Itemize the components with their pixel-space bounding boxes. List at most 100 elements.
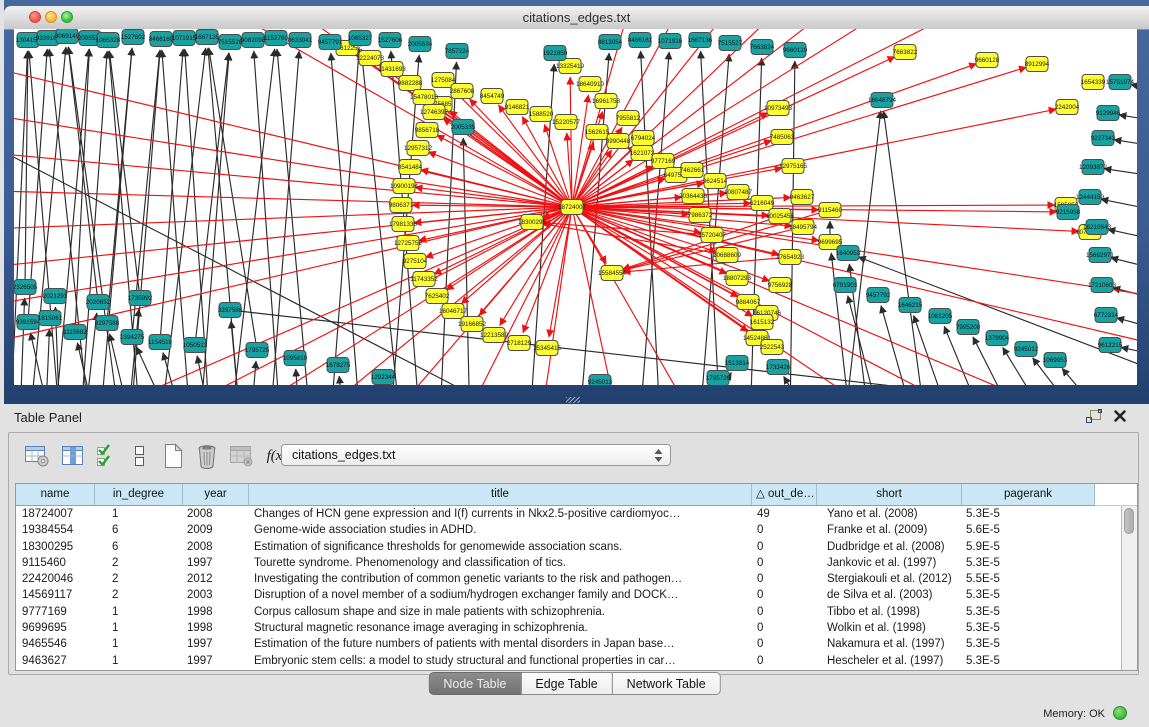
graph-node[interactable]: 9227343 bbox=[1091, 131, 1116, 146]
graph-node[interactable]: 7857224 bbox=[445, 44, 470, 59]
delete-table-button-disabled[interactable] bbox=[227, 442, 255, 470]
table-row[interactable]: 1872400712008Changes of HCN gene express… bbox=[16, 506, 1121, 522]
graph-node[interactable]: 1527606 bbox=[378, 33, 403, 48]
table-row[interactable]: 2242004622012Investigating the contribut… bbox=[16, 571, 1121, 587]
graph-node[interactable]: 15720407 bbox=[698, 228, 727, 243]
graph-node[interactable]: 20364436 bbox=[679, 189, 708, 204]
graph-node[interactable]: 15478010 bbox=[410, 90, 439, 105]
graph-node[interactable]: 1513614 bbox=[725, 356, 750, 371]
graph-node[interactable]: 9463627 bbox=[790, 190, 815, 205]
graph-node[interactable]: 7955812 bbox=[616, 111, 641, 126]
graph-node[interactable]: 9660129 bbox=[783, 43, 808, 58]
memory-indicator[interactable] bbox=[1113, 706, 1127, 720]
graph-node[interactable]: 12975165 bbox=[779, 159, 808, 174]
graph-node[interactable]: 9756928 bbox=[768, 278, 793, 293]
tab-node-table[interactable]: Node Table bbox=[428, 672, 521, 695]
graph-node[interactable]: 18807293 bbox=[723, 271, 752, 286]
graph-node[interactable]: 2718129 bbox=[507, 336, 532, 351]
graph-node[interactable]: 1071916 bbox=[658, 34, 683, 49]
graph-node[interactable]: 9082098 bbox=[241, 33, 266, 48]
graph-node[interactable]: 1115682 bbox=[63, 325, 87, 340]
graph-node[interactable]: 9457792 bbox=[866, 288, 891, 303]
graph-node[interactable]: 2021291 bbox=[43, 289, 68, 304]
graph-node[interactable]: 2005335 bbox=[451, 120, 476, 135]
column-visibility-button[interactable] bbox=[59, 442, 87, 470]
graph-node[interactable]: 1678275 bbox=[326, 358, 351, 373]
table-row[interactable]: 946362711997Embryonic stem cells: a mode… bbox=[16, 653, 1121, 669]
graph-node[interactable]: 1095810 bbox=[283, 351, 308, 366]
graph-node[interactable]: 1654339 bbox=[1081, 75, 1106, 90]
table-row[interactable]: 946554611997Estimation of the future num… bbox=[16, 636, 1121, 652]
graph-node[interactable]: 2522543 bbox=[760, 340, 785, 355]
graph-node[interactable]: 1065327 bbox=[348, 31, 373, 46]
graph-node[interactable]: 10973493 bbox=[764, 101, 793, 116]
graph-node[interactable]: 9660128 bbox=[975, 53, 1000, 68]
graph-node[interactable]: 7663822 bbox=[893, 45, 918, 60]
graph-node[interactable]: 9777169 bbox=[651, 154, 676, 169]
graph-node[interactable]: 2005534 bbox=[408, 37, 433, 52]
graph-node[interactable]: 18724007 bbox=[558, 200, 587, 215]
graph-node[interactable]: 9245012 bbox=[1014, 342, 1039, 357]
column-header-out_de[interactable]: △ out_de… bbox=[752, 484, 817, 506]
graph-node[interactable]: 15692971 bbox=[1086, 248, 1115, 263]
column-header-pagerank[interactable]: pagerank bbox=[962, 484, 1095, 506]
graph-node[interactable]: 9457791 bbox=[318, 35, 343, 50]
panel-resize-grip[interactable] bbox=[566, 397, 580, 403]
column-header-in_degree[interactable]: in_degree bbox=[95, 484, 183, 506]
graph-node[interactable]: 1795725 bbox=[245, 343, 270, 358]
graph-node[interactable]: 8541484 bbox=[398, 160, 423, 175]
table-row[interactable]: 1938455462009Genome-wide association stu… bbox=[16, 522, 1121, 538]
graph-node[interactable]: 16210643 bbox=[1083, 220, 1112, 235]
graph-node[interactable]: 12957312 bbox=[404, 141, 433, 156]
graph-node[interactable]: 10025458 bbox=[766, 209, 795, 224]
graph-node[interactable]: 3297588 bbox=[218, 303, 243, 318]
graph-node[interactable]: 9612215 bbox=[1098, 338, 1123, 353]
graph-node[interactable]: 2867608 bbox=[450, 84, 475, 99]
graph-node[interactable]: 1379904 bbox=[985, 331, 1010, 346]
graph-node[interactable]: 1646215 bbox=[898, 298, 923, 313]
graph-node[interactable]: 8466161 bbox=[628, 33, 653, 48]
graph-node[interactable]: 10688609 bbox=[713, 248, 742, 263]
graph-node[interactable]: 1394275 bbox=[120, 330, 145, 345]
table-row[interactable]: 911546021997Tourette syndrome. Phenomeno… bbox=[16, 555, 1121, 571]
graph-node[interactable]: 1615132 bbox=[750, 315, 775, 330]
graph-node[interactable]: 1081205 bbox=[928, 309, 953, 324]
graph-node[interactable]: 9297588 bbox=[95, 316, 120, 331]
graph-node[interactable]: 15345415 bbox=[533, 341, 562, 356]
graph-node[interactable]: 9275104 bbox=[403, 254, 428, 269]
graph-node[interactable]: 1292344 bbox=[371, 370, 396, 385]
graph-node[interactable]: 1667136 bbox=[688, 33, 713, 48]
graph-node[interactable]: 2242004 bbox=[1055, 100, 1080, 115]
graph-node[interactable]: 9882288 bbox=[398, 76, 423, 91]
graph-node[interactable]: 1069953 bbox=[1043, 353, 1068, 368]
tab-network-table[interactable]: Network Table bbox=[613, 672, 721, 695]
graph-node[interactable]: 1795726 bbox=[706, 371, 731, 386]
graph-node[interactable]: 9806371 bbox=[389, 198, 414, 213]
graph-node[interactable]: 16961758 bbox=[592, 94, 621, 109]
graph-node[interactable]: 9129946 bbox=[1096, 106, 1121, 121]
graph-node[interactable]: 17654923 bbox=[776, 250, 805, 265]
graph-node[interactable]: 6791903 bbox=[833, 278, 858, 293]
graph-node[interactable]: 8466160 bbox=[149, 32, 174, 47]
graph-node[interactable]: 1050513 bbox=[183, 338, 208, 353]
network-canvas[interactable]: 18724007 1275084 2867608 975685 8454749 … bbox=[14, 29, 1137, 385]
window-titlebar[interactable]: citations_edges.txt bbox=[4, 6, 1149, 30]
graph-node[interactable]: 15220577 bbox=[552, 115, 581, 130]
graph-node[interactable]: 11743352 bbox=[410, 272, 438, 287]
graph-node[interactable]: 7515527 bbox=[718, 36, 743, 51]
graph-node[interactable]: 7995208 bbox=[956, 320, 981, 335]
graph-node[interactable]: 18300295 bbox=[518, 215, 547, 230]
close-panel-button[interactable] bbox=[1113, 409, 1129, 425]
graph-node[interactable]: 8912994 bbox=[1025, 57, 1050, 72]
graph-node[interactable]: 1152760 bbox=[264, 31, 289, 46]
graph-node[interactable]: 12224078 bbox=[356, 51, 385, 66]
graph-node[interactable]: 18640910 bbox=[576, 77, 605, 92]
graph-node[interactable]: 3624514 bbox=[703, 174, 728, 189]
graph-node[interactable]: 1527602 bbox=[121, 30, 146, 45]
column-header-year[interactable]: year bbox=[183, 484, 249, 506]
graph-node[interactable]: 8990448 bbox=[606, 134, 631, 149]
graph-node[interactable]: 1071915 bbox=[172, 31, 197, 46]
graph-node[interactable]: 7462661 bbox=[680, 163, 705, 178]
graph-node[interactable]: 10807487 bbox=[724, 185, 753, 200]
graph-node[interactable]: 1065328 bbox=[96, 33, 121, 48]
